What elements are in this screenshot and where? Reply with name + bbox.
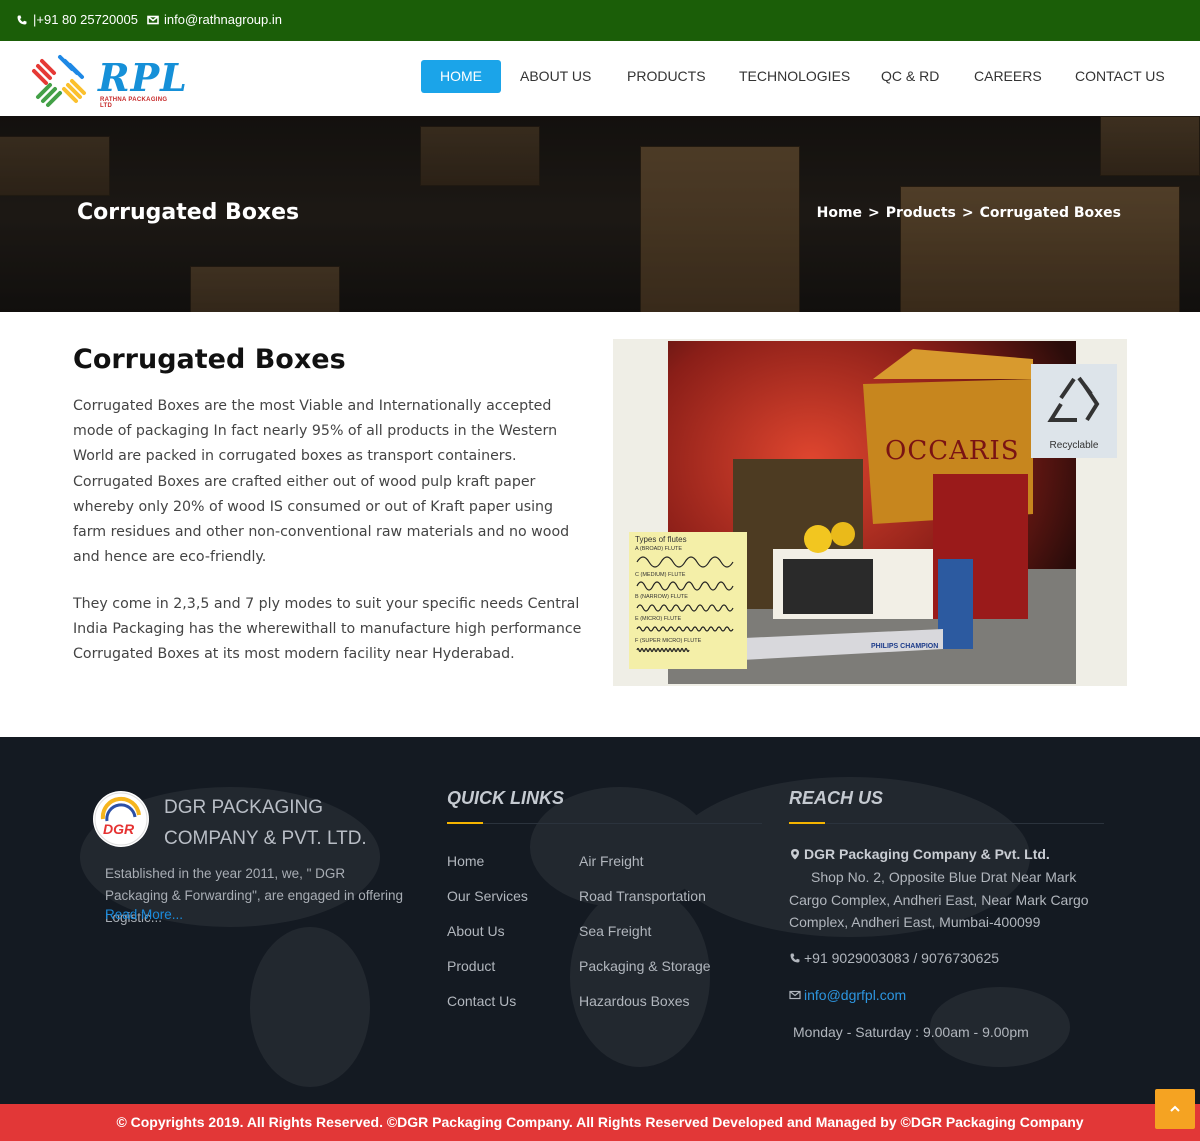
tube-brand-text: PHILIPS CHAMPION: [871, 643, 939, 650]
arrow-up-icon: [1170, 1105, 1180, 1112]
nav-careers[interactable]: CAREERS: [974, 60, 1042, 93]
topbar-email[interactable]: info@rathnagroup.in: [147, 12, 282, 27]
reach-address: Shop No. 2, Opposite Blue Drat Near Mark…: [789, 869, 1089, 930]
nav-contact-us[interactable]: CONTACT US: [1075, 60, 1165, 93]
reach-hours: Monday - Saturday : 9.00am - 9.00pm: [793, 1024, 1029, 1040]
reach-us-accent: [789, 822, 825, 824]
corrugated-boxes-image: Recyclable Types of flutes A (BROAD) FLU…: [613, 339, 1127, 686]
banner-title: Corrugated Boxes: [77, 200, 300, 225]
reach-email[interactable]: info@dgrfpl.com: [789, 984, 1094, 1007]
footer-link-packaging-storage[interactable]: Packaging & Storage: [579, 958, 711, 974]
site-header: RPL RATHNA PACKAGING LTD HOME ABOUT US P…: [0, 41, 1200, 116]
content-paragraph-2: They come in 2,3,5 and 7 ply modes to su…: [73, 596, 582, 663]
read-more-link[interactable]: Read More...: [105, 907, 183, 922]
reach-email-text: info@dgrfpl.com: [804, 987, 907, 1003]
reach-company: DGR Packaging Company & Pvt. Ltd.: [789, 843, 1094, 866]
dgr-logo-mark-icon: [94, 792, 148, 846]
reach-phone-text: +91 9029003083 / 9076730625: [804, 950, 1000, 966]
content-paragraph-1: Corrugated Boxes are the most Viable and…: [73, 398, 570, 566]
quick-links-divider: [447, 823, 762, 824]
dgr-logo[interactable]: DGR: [93, 791, 149, 847]
site-footer: DGR DGR PACKAGING COMPANY & PVT. LTD. Es…: [0, 737, 1200, 1104]
footer-link-hazardous-boxes[interactable]: Hazardous Boxes: [579, 993, 690, 1009]
content-title: Corrugated Boxes: [73, 344, 346, 375]
recyclable-label: Recyclable: [1049, 440, 1099, 451]
page-banner: Corrugated Boxes Home > Products > Corru…: [0, 116, 1200, 312]
back-to-top-button[interactable]: [1155, 1089, 1195, 1129]
flute-waves-icon: [636, 556, 734, 653]
copyright-bar: © Copyrights 2019. All Rights Reserved. …: [0, 1104, 1200, 1141]
nav-products[interactable]: PRODUCTS: [627, 60, 706, 93]
topbar-email-text: info@rathnagroup.in: [164, 12, 282, 27]
footer-company-name: DGR PACKAGING COMPANY & PVT. LTD.: [164, 797, 367, 849]
main-nav: HOME ABOUT US PRODUCTS TECHNOLOGIES QC &…: [0, 60, 1200, 93]
quick-links-accent: [447, 822, 483, 824]
logo-subtext: RATHNA PACKAGING LTD: [100, 97, 168, 109]
breadcrumb-separator: >: [868, 205, 880, 221]
breadcrumb: Home > Products > Corrugated Boxes: [817, 205, 1121, 221]
reach-company-name: DGR Packaging Company & Pvt. Ltd.: [804, 846, 1050, 862]
map-marker-icon: [791, 849, 799, 860]
breadcrumb-separator: >: [961, 205, 974, 221]
reach-us-heading: REACH US: [789, 788, 884, 808]
breadcrumb-current: Corrugated Boxes: [979, 205, 1121, 221]
phone-icon: [790, 953, 800, 963]
flute-types-card: Types of flutes A (BROAD) FLUTE C (MEDIU…: [629, 532, 747, 669]
footer-link-about-us[interactable]: About Us: [447, 923, 505, 939]
nav-technologies[interactable]: TECHNOLOGIES: [739, 60, 850, 93]
nav-qc-rd[interactable]: QC & RD: [881, 60, 939, 93]
recycle-icon: [1047, 376, 1100, 422]
nav-home[interactable]: HOME: [421, 60, 501, 93]
footer-link-sea-freight[interactable]: Sea Freight: [579, 923, 651, 939]
dgr-logo-text: DGR: [103, 821, 135, 837]
topbar-phone[interactable]: |+91 80 25720005: [16, 12, 138, 27]
topbar-phone-text: |+91 80 25720005: [33, 12, 138, 27]
breadcrumb-home[interactable]: Home: [817, 205, 862, 221]
nav-about-us[interactable]: ABOUT US: [520, 60, 591, 93]
reach-phone[interactable]: +91 9029003083 / 9076730625: [789, 947, 1094, 970]
footer-link-our-services[interactable]: Our Services: [447, 888, 528, 904]
footer-link-road-transportation[interactable]: Road Transportation: [579, 888, 706, 904]
phone-icon: [17, 15, 27, 24]
footer-link-contact-us[interactable]: Contact Us: [447, 993, 516, 1009]
envelope-icon: [147, 15, 159, 24]
footer-link-air-freight[interactable]: Air Freight: [579, 853, 644, 869]
reach-us-divider: [789, 823, 1104, 824]
footer-link-product[interactable]: Product: [447, 958, 495, 974]
quick-links-heading: QUICK LINKS: [447, 788, 564, 808]
breadcrumb-products[interactable]: Products: [886, 205, 956, 221]
footer-link-home[interactable]: Home: [447, 853, 484, 869]
box-brand-text: OCCARIS: [885, 436, 1020, 466]
top-contact-bar: |+91 80 25720005 info@rathnagroup.in: [0, 0, 1200, 41]
envelope-icon: [789, 990, 801, 1000]
recyclable-badge: Recyclable: [1031, 364, 1117, 458]
